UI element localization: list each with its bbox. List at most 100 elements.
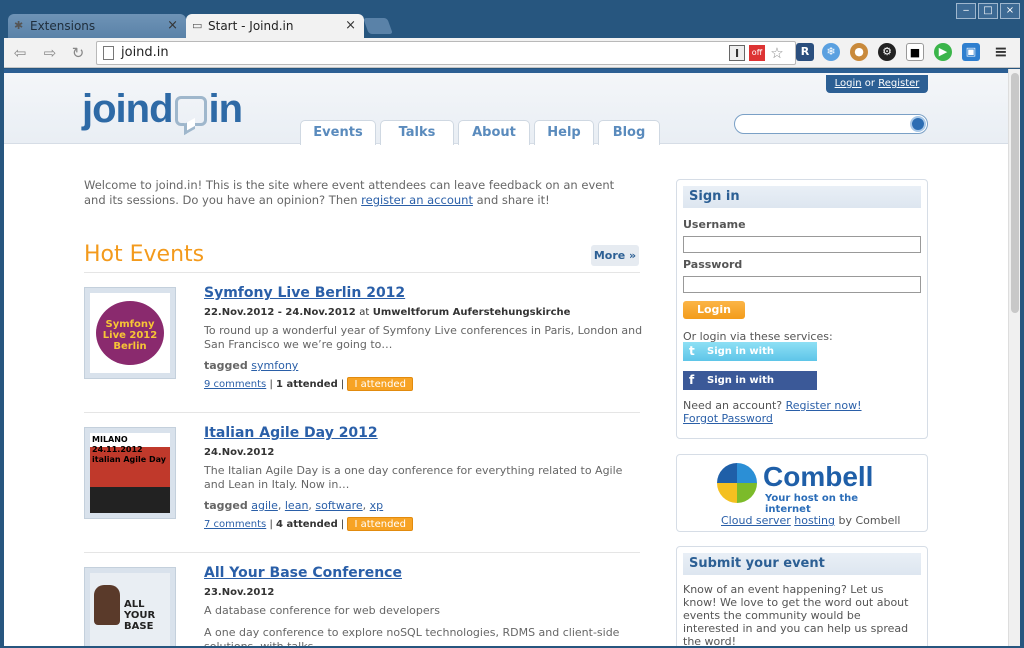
site-header: joind in Login or Register Events Talks A… [4, 69, 1008, 145]
adblock-off-icon[interactable]: off [749, 45, 765, 61]
close-window-button[interactable]: × [1000, 3, 1020, 19]
password-field[interactable] [683, 276, 921, 293]
bookmark-star-icon[interactable]: ☆ [769, 45, 785, 61]
maximize-button[interactable]: □ [978, 3, 998, 19]
tab-strip: ✱ Extensions × ▭ Start - Joind.in × ‒ □ … [0, 0, 1024, 38]
username-field[interactable] [683, 236, 921, 253]
close-tab-icon[interactable]: × [345, 14, 356, 38]
search-input[interactable] [734, 114, 928, 134]
need-account-row: Need an account? Register now! [683, 399, 862, 412]
event-tags: tagged symfony [204, 359, 298, 372]
event-thumbnail[interactable]: MILANO 24.11.2012 italian Agile Day [84, 427, 176, 519]
i-attended-button[interactable]: I attended [347, 377, 413, 391]
readability-icon[interactable]: R [796, 43, 814, 61]
event-thumbnail[interactable]: ALL YOUR BASE [84, 567, 176, 646]
more-events-button[interactable]: More » [591, 245, 639, 266]
username-label: Username [683, 218, 746, 231]
submit-event-box: Submit your event Know of an event happe… [676, 546, 928, 646]
tag-link[interactable]: lean [285, 499, 309, 512]
login-link[interactable]: Login [835, 78, 862, 89]
play-icon[interactable]: ▶ [934, 43, 952, 61]
tab-extensions[interactable]: ✱ Extensions × [8, 14, 186, 38]
event-title[interactable]: Symfony Live Berlin 2012 [204, 285, 405, 301]
event-thumbnail[interactable]: Symfony Live 2012 Berlin [84, 287, 176, 379]
puzzle-icon: ✱ [14, 19, 24, 32]
register-link[interactable]: Register [878, 78, 919, 89]
tag-link[interactable]: xp [370, 499, 384, 512]
event-date: 22.Nov.2012 - 24.Nov.2012 at Umweltforum… [204, 307, 570, 318]
nav-talks[interactable]: Talks [380, 120, 454, 145]
cloud-server-link[interactable]: Cloud server [721, 514, 791, 527]
event-title[interactable]: All Your Base Conference [204, 565, 402, 581]
minimize-button[interactable]: ‒ [956, 3, 976, 19]
search-go-icon[interactable] [910, 116, 926, 132]
delicious-icon[interactable]: ■ [906, 43, 924, 61]
signin-title: Sign in [683, 186, 921, 208]
at-text: at [359, 307, 370, 318]
event-description: A database conference for web developers [204, 604, 440, 617]
menu-icon[interactable]: ≡ [992, 43, 1010, 61]
ibeam-icon[interactable]: I [729, 45, 745, 61]
scrollbar-thumb[interactable] [1011, 73, 1019, 313]
joindin-logo[interactable]: joind in [82, 87, 243, 132]
register-account-link[interactable]: register an account [361, 193, 473, 207]
need-account-text: Need an account? [683, 399, 783, 412]
event-tags: tagged agile, lean, software, xp [204, 499, 384, 512]
url-text: joind.in [121, 45, 169, 60]
tagged-label: tagged [204, 359, 248, 372]
tag-link[interactable]: agile [251, 499, 278, 512]
welcome-text-end: and share it! [472, 193, 550, 207]
date-text: 22.Nov.2012 - 24.Nov.2012 [204, 307, 356, 318]
logo-text: MILANO 24.11.2012 italian Agile Day [92, 435, 166, 464]
login-button[interactable]: Login [683, 301, 745, 319]
tag-link[interactable]: software [315, 499, 362, 512]
logo-text-left: joind [82, 87, 174, 131]
divider [84, 552, 640, 553]
twitter-signin-button[interactable]: tSign in with Twitter [683, 342, 817, 376]
combell-logo[interactable]: Combell Your host on the internet [717, 461, 897, 515]
close-tab-icon[interactable]: × [167, 14, 178, 38]
facebook-signin-button[interactable]: f Sign in with Facebook [683, 371, 817, 405]
combell-brand: Combell [763, 461, 874, 492]
browser-toolbar: ⇦ ⇨ ↻ joind.in I off ☆ R ❄ ● ⚙ ■ ▶ ▣ ≡ [4, 38, 1020, 68]
comments-link[interactable]: 7 comments [204, 519, 266, 530]
address-bar[interactable]: joind.in I off ☆ [96, 41, 796, 65]
new-tab-button[interactable] [363, 18, 393, 34]
twitter-icon: t [689, 344, 695, 358]
hosting-link[interactable]: hosting [794, 514, 835, 527]
tab-joindin[interactable]: ▭ Start - Joind.in × [186, 14, 364, 38]
gear-icon[interactable]: ⚙ [878, 43, 896, 61]
snowflake-icon[interactable]: ❄ [822, 43, 840, 61]
forgot-password-link[interactable]: Forgot Password [683, 412, 773, 425]
nav-help[interactable]: Help [534, 120, 594, 145]
page-icon: ▭ [192, 19, 203, 32]
event-title[interactable]: Italian Agile Day 2012 [204, 425, 378, 441]
tab-label: Extensions [30, 19, 96, 33]
by-combell-text: by Combell [838, 514, 901, 527]
signin-box: Sign in Username Password Login Or login… [676, 179, 928, 439]
nav-blog[interactable]: Blog [598, 120, 660, 145]
cookie-icon[interactable]: ● [850, 43, 868, 61]
logo-text: Symfony Live 2012 Berlin [102, 319, 158, 352]
speech-bubble-icon [174, 96, 207, 127]
nav-events[interactable]: Events [300, 120, 376, 145]
combell-globe-icon [717, 463, 757, 503]
forward-icon[interactable]: ⇨ [40, 43, 60, 63]
italian-agile-day-logo: MILANO 24.11.2012 italian Agile Day [90, 433, 170, 513]
register-now-link[interactable]: Register now! [786, 399, 862, 412]
reload-icon[interactable]: ↻ [68, 43, 88, 63]
page-scrollbar[interactable] [1008, 69, 1020, 646]
nav-about[interactable]: About [458, 120, 530, 145]
event-description: A one day conference to explore noSQL te… [204, 626, 620, 646]
window-controls: ‒ □ × [956, 3, 1020, 19]
tag-link[interactable]: symfony [251, 359, 298, 372]
attended-count: 1 attended [276, 379, 338, 390]
screenshot-icon[interactable]: ▣ [962, 43, 980, 61]
comments-link[interactable]: 9 comments [204, 379, 266, 390]
hot-events-heading: Hot Events [84, 242, 205, 267]
sponsor-line: Cloud server hosting by Combell [721, 514, 901, 527]
symfony-live-logo: Symfony Live 2012 Berlin [90, 293, 170, 373]
event-date: 23.Nov.2012 [204, 587, 275, 598]
i-attended-button[interactable]: I attended [347, 517, 413, 531]
back-icon[interactable]: ⇦ [10, 43, 30, 63]
